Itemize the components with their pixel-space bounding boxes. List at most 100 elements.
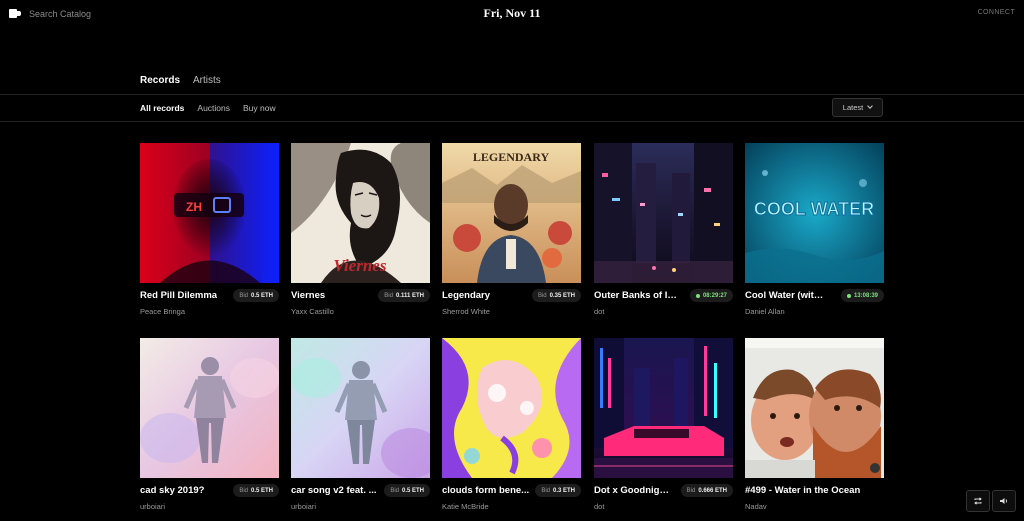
artwork-text: Viernes	[334, 256, 387, 275]
repeat-icon	[974, 497, 982, 505]
record-card[interactable]: cad sky 2019? Bid 0.5 ETH urboiari	[140, 338, 279, 516]
record-artist[interactable]: dot	[594, 502, 604, 511]
record-title: #499 - Water in the Ocean	[745, 485, 861, 496]
record-card[interactable]: car song v2 feat. ... Bid 0.5 ETH urboia…	[291, 338, 430, 516]
price-badge: Bid 0.5 ETH	[384, 484, 430, 497]
badge-value: 0.5 ETH	[401, 487, 424, 494]
badge-label: Bid	[384, 292, 393, 299]
artwork-text: COOL WATER	[754, 199, 874, 219]
sort-label: Latest	[842, 103, 864, 112]
record-artwork: Viernes	[291, 143, 430, 283]
volume-button[interactable]	[992, 490, 1016, 512]
badge-label: Bid	[239, 292, 248, 299]
live-dot-icon	[695, 293, 700, 298]
record-artist[interactable]: dot	[594, 307, 604, 316]
record-meta: Outer Banks of In... 08:29:27 dot	[594, 283, 733, 321]
record-title: Red Pill Dilemma	[140, 290, 218, 301]
record-artwork	[442, 338, 581, 478]
record-title: clouds form bene...	[442, 485, 530, 496]
record-card[interactable]: LEGENDARY Legendary Bid 0.35 ETH Sherrod…	[442, 143, 581, 321]
record-title: car song v2 feat. ...	[291, 485, 377, 496]
badge-label: Bid	[537, 292, 547, 299]
record-artwork	[140, 338, 279, 478]
badge-label: Bid	[239, 487, 248, 494]
record-meta: Legendary Bid 0.35 ETH Sherrod White	[442, 283, 581, 321]
record-card[interactable]: Dot x Goodnigh... Bid 0.666 ETH dot	[594, 338, 733, 516]
search-input[interactable]	[29, 7, 179, 21]
record-artwork	[745, 338, 884, 478]
svg-text:ZH: ZH	[186, 200, 202, 214]
record-artist[interactable]: Nadav	[745, 502, 767, 511]
badge-value: 0.5 ETH	[250, 487, 273, 494]
record-artist[interactable]: Sherrod White	[442, 307, 490, 316]
record-title: cad sky 2019?	[140, 485, 205, 496]
tab-records[interactable]: Records	[140, 75, 180, 86]
badge-label: Bid	[390, 487, 399, 494]
record-artist[interactable]: urboiari	[140, 502, 165, 511]
record-title: Dot x Goodnigh...	[594, 485, 670, 496]
record-card[interactable]: Viernes Viernes Bid 0.111 ETH Yaxx Casti…	[291, 143, 430, 321]
record-card[interactable]: COOL WATER Cool Water (with ... 13:08:39…	[745, 143, 884, 321]
record-artwork: LEGENDARY	[442, 143, 581, 283]
record-artist[interactable]: Daniel Allan	[745, 307, 785, 316]
price-badge: Bid 0.3 ETH	[535, 484, 581, 497]
badge-value: 0.35 ETH	[549, 292, 575, 299]
badge-value: 0.5 ETH	[250, 292, 273, 299]
record-artwork	[291, 338, 430, 478]
artwork-text: LEGENDARY	[473, 150, 550, 164]
record-meta: car song v2 feat. ... Bid 0.5 ETH urboia…	[291, 478, 430, 516]
filter-buy-now[interactable]: Buy now	[243, 103, 276, 113]
filter-bar: All records Auctions Buy now	[140, 103, 276, 113]
record-artist[interactable]: urboiari	[291, 502, 316, 511]
badge-label: Bid	[686, 487, 696, 494]
badge-value: 0.666 ETH	[698, 487, 727, 494]
date-text: Fri, Nov 11	[483, 6, 541, 20]
countdown-value: 08:29:27	[702, 292, 727, 299]
record-meta: Dot x Goodnigh... Bid 0.666 ETH dot	[594, 478, 733, 516]
badge-value: 0.111 ETH	[395, 292, 424, 299]
price-badge: Bid 0.111 ETH	[378, 289, 430, 302]
tab-artists[interactable]: Artists	[193, 75, 221, 86]
record-artwork	[594, 143, 733, 283]
filter-auctions[interactable]: Auctions	[197, 103, 230, 113]
record-artwork: ZH	[140, 143, 279, 283]
tabs-divider	[0, 94, 1024, 95]
record-artwork	[594, 338, 733, 478]
countdown-badge: 08:29:27	[689, 289, 733, 302]
record-meta: Viernes Bid 0.111 ETH Yaxx Castillo	[291, 283, 430, 321]
record-title: Legendary	[442, 290, 491, 301]
record-meta: clouds form bene... Bid 0.3 ETH Katie Mc…	[442, 478, 581, 516]
record-title: Outer Banks of In...	[594, 290, 678, 301]
record-artist[interactable]: Peace Bringa	[140, 307, 185, 316]
filters-divider	[0, 121, 1024, 122]
main-tabs: Records Artists	[140, 75, 221, 86]
price-badge: Bid 0.666 ETH	[680, 484, 733, 497]
badge-value: 0.3 ETH	[552, 487, 575, 494]
record-artist[interactable]: Yaxx Castillo	[291, 307, 334, 316]
sort-dropdown[interactable]: Latest	[832, 98, 883, 117]
record-title: Viernes	[291, 290, 326, 301]
record-meta: Cool Water (with ... 13:08:39 Daniel All…	[745, 283, 884, 321]
top-bar: Fri, Nov 11 CONNECT	[0, 0, 1024, 28]
live-dot-icon	[846, 293, 851, 298]
filter-all-records[interactable]: All records	[140, 103, 184, 113]
repeat-button[interactable]	[966, 490, 990, 512]
record-artwork: COOL WATER	[745, 143, 884, 283]
countdown-badge: 13:08:39	[840, 289, 884, 302]
price-badge: Bid 0.5 ETH	[233, 289, 279, 302]
chevron-down-icon	[867, 103, 874, 109]
record-meta: cad sky 2019? Bid 0.5 ETH urboiari	[140, 478, 279, 516]
price-badge: Bid 0.35 ETH	[531, 289, 581, 302]
volume-icon	[1000, 498, 1008, 504]
record-meta: #499 - Water in the Ocean Nadav	[745, 478, 884, 516]
record-card[interactable]: ZH Red Pill Dilemma Bid 0.5 ETH Peace Br…	[140, 143, 279, 321]
record-artist[interactable]: Katie McBride	[442, 502, 489, 511]
connect-button[interactable]: CONNECT	[978, 9, 1015, 16]
price-badge: Bid 0.5 ETH	[233, 484, 279, 497]
record-card[interactable]: Outer Banks of In... 08:29:27 dot	[594, 143, 733, 321]
record-title: Cool Water (with ...	[745, 290, 829, 301]
record-card[interactable]: #499 - Water in the Ocean Nadav	[745, 338, 884, 516]
record-card[interactable]: clouds form bene... Bid 0.3 ETH Katie Mc…	[442, 338, 581, 516]
catalog-logo-icon[interactable]	[9, 8, 21, 19]
countdown-value: 13:08:39	[853, 292, 878, 299]
